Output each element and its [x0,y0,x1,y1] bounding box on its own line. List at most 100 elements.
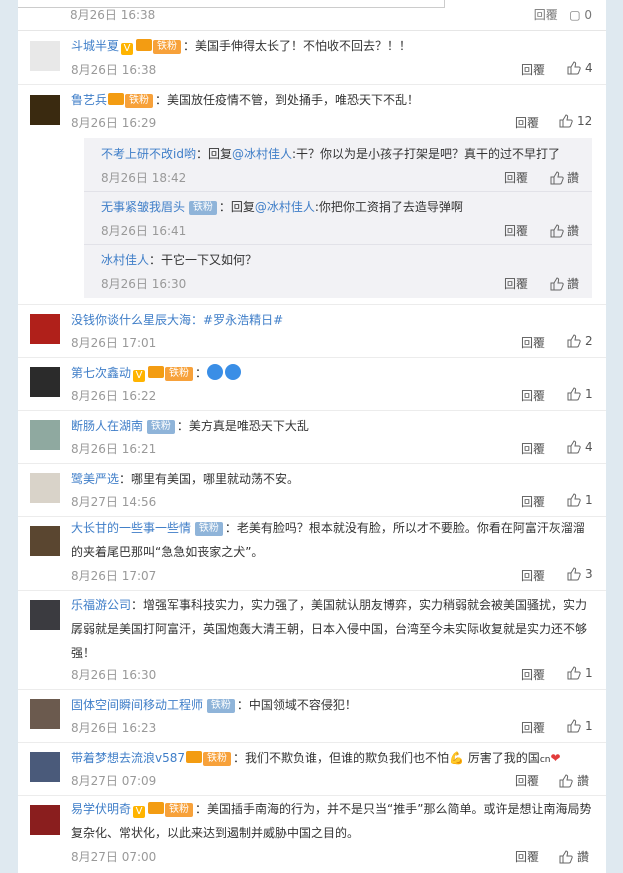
fan-badge: 铁粉 [153,40,182,54]
like-button[interactable]: 讚 [559,848,589,865]
reply-text: 不考上研不改id哟：回复@冰村佳人:干？你以为是小孩子打架是吧？真干的过不早打了 [101,147,561,161]
heart-icon: ❤ [550,751,561,765]
comment-text: 没钱你谈什么星辰大海：#罗永浩精日# [71,313,284,327]
fan-badge: 铁粉 [165,367,194,381]
comment-item: 大长甘的一些事一些情 铁粉 ：老美有脸吗？根本就没有脸，所以才不要脸。你看在阿富汗… [18,516,606,591]
mention-link[interactable]: @冰村佳人 [232,147,292,161]
avatar[interactable] [30,526,60,556]
avatar[interactable] [30,473,60,503]
avatar[interactable] [30,805,60,835]
avatar[interactable] [30,752,60,782]
thumbs-up-icon [559,114,573,128]
reply-button[interactable]: 回覆 [521,567,545,584]
comment-time: 8月26日 16:38 [70,8,156,22]
reply-button[interactable]: 回覆 [504,169,528,186]
comment-item: 斗城半夏 V 铁粉 ：美国手伸得太长了！不怕收不回去？！！ 8月26日 16:38 回… [18,30,606,85]
username[interactable]: 带着梦想去流浪v587 [71,751,185,765]
reply-button[interactable]: 回覆 [504,222,528,239]
reply-item: 无事紧皱我眉头 铁粉 ：回复@冰村佳人:你把你工资捐了去造导弹啊 8月26日 16… [84,191,592,245]
comment-item: 固体空间瞬间移动工程师 铁粉 ：中国领域不容侵犯！ 8月26日 16:23 回覆 … [18,689,606,743]
like-button[interactable]: 4 [567,440,593,454]
username[interactable]: 第七次鑫动 [71,366,131,380]
username[interactable]: 斗城半夏 [71,39,119,53]
mention-link[interactable]: @冰村佳人 [255,200,315,214]
thumbs-up-icon [567,567,581,581]
avatar[interactable] [30,699,60,729]
username[interactable]: 鲁艺兵 [71,93,107,107]
username[interactable]: 冰村佳人 [101,253,149,267]
comment-time: 8月26日 16:30 [71,668,157,682]
reply-button[interactable]: 回覆 [515,114,539,131]
comment-panel: 8月26日 16:38 回覆 ▢ 0 斗城半夏 V 铁粉 ：美国手伸得太长了！不怕收不… [18,0,606,873]
level-badge [148,802,165,814]
thumbs-up-icon [567,387,581,401]
username[interactable]: 断肠人在湖南 [71,419,143,433]
fan-badge: 铁粉 [203,752,232,766]
like-button[interactable]: 讚 [550,275,579,292]
thumbs-up-icon [567,61,581,75]
comment-item: 鹭美严选：哪里有美国，哪里就动荡不安。 8月27日 14:56 回覆 1 [18,463,606,517]
reply-button[interactable]: 回覆 [521,61,545,78]
like-button[interactable]: 讚 [550,169,579,186]
thumbs-up-icon [550,224,564,238]
comment-item: 易学伏明奇 V 铁粉 ：美国插手南海的行为，并不是只当“推手”那么简单。或许是想让南海… [18,795,606,873]
like-button[interactable]: 3 [567,567,593,581]
comment-text: 鲁艺兵 铁粉 ：美国放任疫情不管，到处捅手，唯恐天下不乱！ [71,93,420,108]
reply-button[interactable]: 回覆 [515,848,539,865]
username[interactable]: 鹭美严选 [71,472,119,486]
doraemon-emoji-icon [225,364,242,380]
like-button[interactable]: 讚 [550,222,579,239]
comment-text: 大长甘的一些事一些情 铁粉 ：老美有脸吗？根本就没有脸，所以才不要脸。你看在阿富汗… [71,521,585,559]
thumbs-up-icon [567,334,581,348]
previous-comment-tail: 8月26日 16:38 回覆 ▢ 0 [18,0,606,31]
avatar[interactable] [30,41,60,71]
like-button[interactable]: 1 [567,387,593,401]
comment-time: 8月27日 14:56 [71,495,157,509]
reply-button[interactable]: 回覆 [521,719,545,736]
avatar[interactable] [30,600,60,630]
comment-text: 鹭美严选：哪里有美国，哪里就动荡不安。 [71,472,300,486]
username[interactable]: 易学伏明奇 [71,802,131,816]
reply-time: 8月26日 16:41 [101,224,187,238]
reply-button[interactable]: 回覆 [521,440,545,457]
comment-time: 8月26日 16:38 [71,63,157,77]
comment-actions[interactable]: 回覆 ▢ 0 [534,6,592,23]
fan-badge: 铁粉 [194,522,223,536]
fan-badge: 铁粉 [125,94,154,108]
username[interactable]: 大长甘的一些事一些情 [71,521,191,535]
like-button[interactable]: 1 [567,666,593,680]
comment-text: 斗城半夏 V 铁粉 ：美国手伸得太长了！不怕收不回去？！！ [71,39,412,55]
username[interactable]: 不考上研不改id哟 [101,147,196,161]
verified-icon: V [133,806,146,818]
reply-button[interactable]: 回覆 [504,275,528,292]
reply-time: 8月26日 16:30 [101,277,187,291]
like-button[interactable]: 12 [559,114,592,128]
thumbs-up-icon [567,719,581,733]
avatar[interactable] [30,420,60,450]
fan-badge: 铁粉 [165,803,194,817]
reply-button[interactable]: 回覆 [521,493,545,510]
reply-button[interactable]: 回覆 [521,666,545,683]
reply-button[interactable]: 回覆 [521,334,545,351]
username[interactable]: 没钱你谈什么星辰大海 [71,313,191,327]
avatar[interactable] [30,314,60,344]
username[interactable]: 固体空间瞬间移动工程师 [71,698,203,712]
username[interactable]: 无事紧皱我眉头 [101,200,185,214]
avatar[interactable] [30,95,60,125]
comment-time: 8月26日 17:01 [71,336,157,350]
reply-button[interactable]: 回覆 [515,772,539,789]
fan-badge: 铁粉 [146,420,175,434]
thumbs-up-icon [550,277,564,291]
username[interactable]: 乐福游公司 [71,598,131,612]
avatar[interactable] [30,367,60,397]
verified-icon: V [121,43,134,55]
like-button[interactable]: 4 [567,61,593,75]
comment-text: 断肠人在湖南 铁粉 ：美方真是唯恐天下大乱 [71,419,309,434]
like-button[interactable]: 2 [567,334,593,348]
comment-time: 8月27日 07:00 [71,850,157,864]
reply-button[interactable]: 回覆 [521,387,545,404]
like-button[interactable]: 1 [567,493,593,507]
like-button[interactable]: 讚 [559,772,589,789]
comment-text: 第七次鑫动 V 铁粉： [71,361,594,385]
like-button[interactable]: 1 [567,719,593,733]
